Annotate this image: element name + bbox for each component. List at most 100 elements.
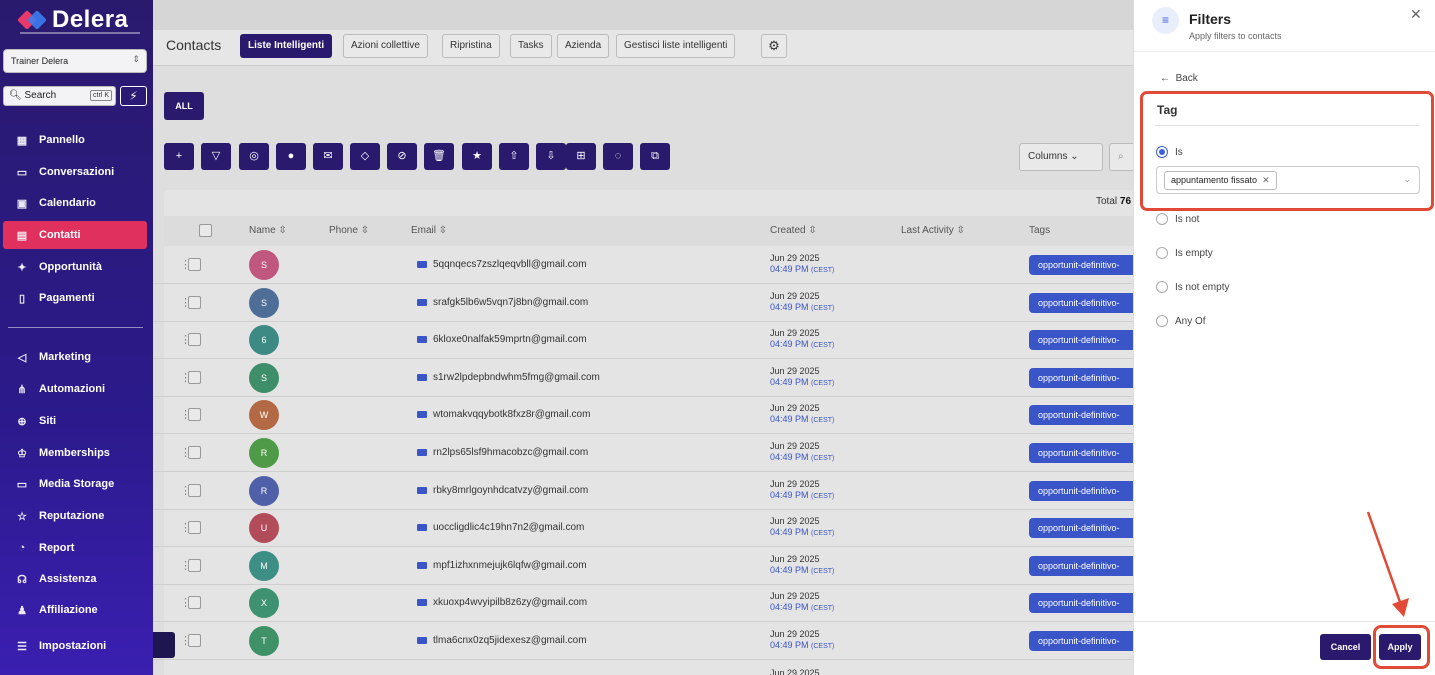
row-checkbox[interactable]: [188, 521, 201, 535]
columns-dropdown[interactable]: Columns ⌄: [1019, 143, 1103, 171]
radio-option-is-not[interactable]: Is not: [1156, 213, 1199, 225]
row-checkbox[interactable]: [188, 596, 201, 610]
tag-pill[interactable]: opportunit-definitivo-: [1029, 443, 1133, 463]
sidebar-item-media-storage[interactable]: ▭ Media Storage: [3, 470, 147, 498]
avatar[interactable]: T: [249, 626, 279, 656]
sidebar-search[interactable]: 🔍︎ Search ctrl K: [3, 86, 116, 106]
quick-actions-button[interactable]: ⚡︎: [120, 86, 147, 106]
avatar[interactable]: S: [249, 250, 279, 280]
select-all-checkbox[interactable]: [199, 224, 212, 237]
sidebar-item-affiliazione[interactable]: ♟ Affiliazione: [3, 596, 147, 624]
brand-logo[interactable]: Delera: [18, 6, 128, 34]
sidebar-item-memberships[interactable]: ♔ Memberships: [3, 439, 147, 467]
sidebar-item-marketing[interactable]: ◁ Marketing: [3, 343, 147, 371]
contact-email[interactable]: srafgk5lb6w5vqn7j8bn@gmail.com: [417, 297, 588, 308]
email-button[interactable]: ✉: [313, 143, 343, 170]
sidebar-item-siti[interactable]: ⊕ Siti: [3, 407, 147, 435]
sidebar-collapse-handle[interactable]: [153, 632, 175, 658]
table-row[interactable]: ⋮ Mmpf1izhxnmejujk6lqfw@gmail.com Jun 29 2…: [153, 547, 1133, 585]
row-checkbox[interactable]: [188, 295, 201, 309]
tab-gestisci-liste[interactable]: Gestisci liste intelligenti: [616, 34, 736, 58]
table-row[interactable]: ⋮ Wwtomakvqqybotk8fxz8r@gmail.com Jun 29 2…: [153, 396, 1133, 435]
sidebar-item-pagamenti[interactable]: ▯ Pagamenti: [3, 284, 147, 312]
filter-button[interactable]: ▽: [201, 143, 231, 170]
avatar[interactable]: 6: [249, 325, 279, 356]
row-checkbox[interactable]: [188, 558, 201, 572]
table-row[interactable]: ⋮ Xxkuoxp4wvyipilb8z6zy@gmail.com Jun 29 2…: [153, 584, 1133, 623]
table-row[interactable]: ⋮ 6 6kloxe0nalfak59mprtn@gmail.com Jun 29 2…: [153, 321, 1133, 360]
tag-pill[interactable]: opportunit-definitivo-: [1029, 555, 1133, 576]
table-row[interactable]: ⋮ S 5qqnqecs7zszlqeqvbll@gmail.com Jun 29 2…: [153, 246, 1133, 284]
sidebar-item-automazioni[interactable]: ⋔ Automazioni: [3, 375, 147, 403]
column-header-last-activity[interactable]: Last Activity ⇳: [901, 225, 965, 236]
row-checkbox[interactable]: [188, 408, 201, 422]
avatar[interactable]: M: [249, 550, 279, 581]
table-row[interactable]: ⋮ Uuoccligdlic4c19hn7n2@gmail.com Jun 29 2…: [153, 509, 1133, 548]
contact-email[interactable]: wtomakvqqybotk8fxz8r@gmail.com: [417, 409, 590, 420]
contact-email[interactable]: xkuoxp4wvyipilb8z6zy@gmail.com: [417, 597, 587, 608]
tag-pill[interactable]: opportunit-definitivo-: [1029, 367, 1133, 388]
sms-button[interactable]: ●: [276, 143, 306, 170]
contact-email[interactable]: 5qqnqecs7zszlqeqvbll@gmail.com: [417, 259, 587, 270]
sidebar-item-pannello[interactable]: ▦ Pannello: [3, 126, 147, 154]
tab-liste-intelligenti[interactable]: Liste Intelligenti: [240, 34, 333, 58]
sidebar-item-contatti[interactable]: ▤ Contatti: [3, 221, 147, 249]
pipeline-button[interactable]: ◎: [239, 143, 269, 170]
column-header-name[interactable]: Name ⇳: [249, 225, 287, 236]
tab-tasks[interactable]: Tasks: [510, 34, 552, 58]
cancel-button[interactable]: Cancel: [1320, 634, 1371, 660]
sidebar-item-opportunita[interactable]: ✦ Opportunità: [3, 253, 147, 281]
tag-pill[interactable]: opportunit-definitivo-: [1029, 330, 1133, 351]
sidebar-item-reputazione[interactable]: ☆ Reputazione: [3, 502, 147, 530]
column-header-tags[interactable]: Tags: [1029, 225, 1050, 236]
row-checkbox[interactable]: [188, 483, 201, 497]
smart-list-all[interactable]: ALL: [164, 92, 204, 120]
review-button[interactable]: ★: [462, 143, 492, 170]
contact-email[interactable]: 6kloxe0nalfak59mprtn@gmail.com: [417, 334, 587, 345]
table-row[interactable]: ⋮ Ss1rw2lpdepbndwhm5fmg@gmail.com Jun 29 2…: [153, 359, 1133, 397]
tag-pill[interactable]: opportunit-definitivo-: [1029, 631, 1133, 651]
sidebar-item-impostazioni[interactable]: ☰ Impostazioni: [3, 632, 147, 660]
column-header-phone[interactable]: Phone ⇳: [329, 225, 369, 236]
tag-pill[interactable]: opportunit-definitivo-: [1029, 405, 1133, 426]
table-row[interactable]: ⋮ Rrbky8mrlgoynhdcatvzy@gmail.com Jun 29 2…: [153, 472, 1133, 510]
remove-tag-button[interactable]: ⊘: [387, 143, 417, 170]
row-checkbox[interactable]: [188, 370, 201, 384]
row-checkbox[interactable]: [188, 258, 201, 271]
avatar[interactable]: S: [249, 287, 279, 318]
column-header-email[interactable]: Email ⇳: [411, 225, 447, 236]
add-tag-button[interactable]: ◇: [350, 143, 380, 170]
table-row[interactable]: ⋮ Ssrafgk5lb6w5vqn7j8bn@gmail.com Jun 29 2…: [153, 284, 1133, 322]
avatar[interactable]: U: [249, 513, 279, 544]
merge-button[interactable]: ⊞: [566, 143, 596, 170]
avatar[interactable]: R: [249, 438, 279, 468]
tab-azienda[interactable]: Azienda: [557, 34, 610, 58]
radio-option-any-of[interactable]: Any Of: [1156, 315, 1206, 327]
settings-button[interactable]: ⚙: [761, 34, 787, 58]
sidebar-item-report[interactable]: ◔ Report: [3, 534, 147, 562]
row-checkbox[interactable]: [188, 446, 201, 459]
add-contact-button[interactable]: +: [164, 143, 194, 170]
account-select[interactable]: Trainer Delera ⇕: [3, 49, 147, 73]
tag-pill[interactable]: opportunit-definitivo-: [1029, 518, 1133, 539]
table-row[interactable]: ⋮ Ttlma6cnx0zq5jidexesz@gmail.com Jun 29 2…: [153, 622, 1133, 660]
delete-button[interactable]: 🗑︎: [424, 143, 454, 170]
avatar[interactable]: W: [249, 400, 279, 431]
tag-pill[interactable]: opportunit-definitivo-: [1029, 480, 1133, 501]
column-header-created[interactable]: Created ⇳: [770, 225, 817, 236]
contacts-search-input[interactable]: ⌕: [1109, 143, 1133, 171]
row-checkbox[interactable]: [188, 634, 201, 647]
contact-email[interactable]: mpf1izhxnmejujk6lqfw@gmail.com: [417, 560, 587, 571]
row-checkbox[interactable]: [188, 333, 201, 347]
tab-azioni-collettive[interactable]: Azioni collettive: [343, 34, 428, 58]
export-button[interactable]: ⇧: [499, 143, 529, 170]
import-button[interactable]: ⇩: [536, 143, 566, 170]
tag-pill[interactable]: opportunit-definitivo-: [1029, 255, 1133, 275]
sidebar-item-assistenza[interactable]: ☊ Assistenza: [3, 565, 147, 593]
back-link[interactable]: ← Back: [1160, 73, 1198, 84]
sidebar-item-calendario[interactable]: ▣ Calendario: [3, 189, 147, 217]
sidebar-item-conversazioni[interactable]: ▭ Conversazioni: [3, 158, 147, 186]
whatsapp-button[interactable]: ◌: [603, 143, 633, 170]
contact-email[interactable]: rn2lps65lsf9hmacobzc@gmail.com: [417, 447, 588, 458]
radio-option-is-not-empty[interactable]: Is not empty: [1156, 281, 1229, 293]
